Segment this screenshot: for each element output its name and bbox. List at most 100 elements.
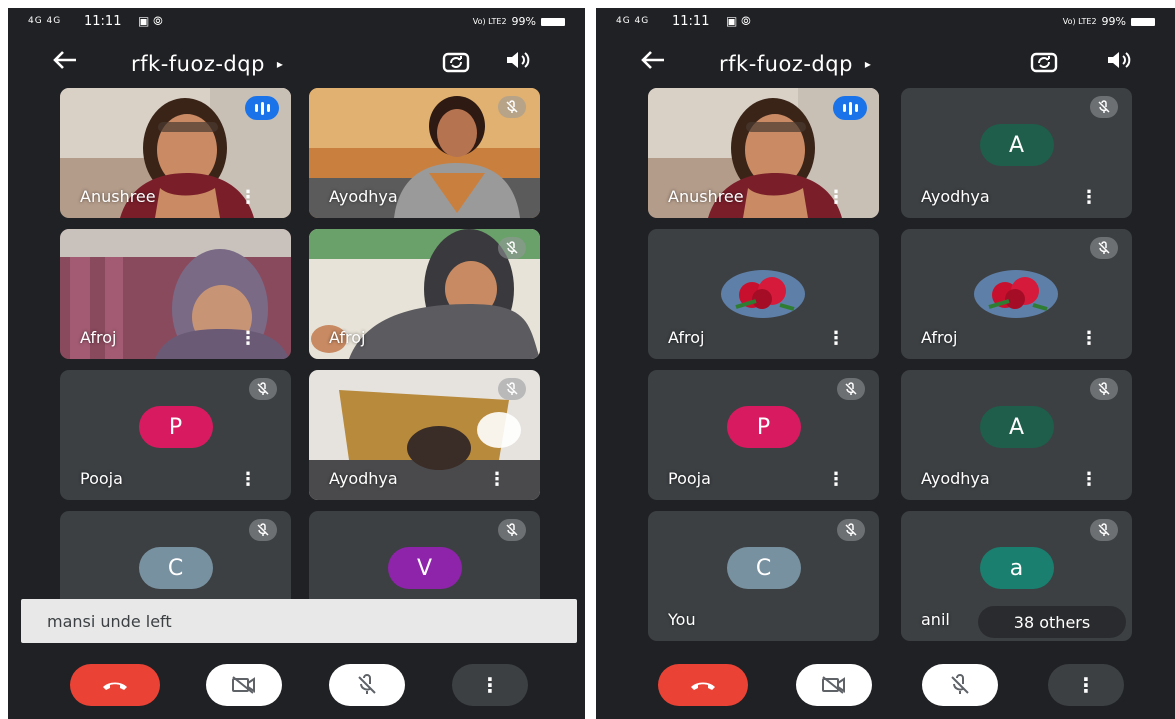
meeting-header: rfk-fuoz-dqp ▸ [596,46,1175,86]
status-bar: 4G 4G 11:11 ▣ ⦾ Vo) LTE2 99% [8,8,585,38]
mic-off-icon [1090,96,1118,118]
participant-tile[interactable]: Afroj ⋮ [901,229,1132,359]
avatar: A [979,124,1054,166]
audio-level-icon [833,96,867,120]
participant-tile[interactable]: A Ayodhya ⋮ [901,370,1132,500]
camera-toggle-button[interactable] [796,664,872,706]
mic-off-icon [837,519,865,541]
end-call-button[interactable] [70,664,160,706]
more-vert-icon[interactable]: ⋮ [239,187,257,208]
avatar: A [979,406,1054,448]
avatar: P [726,406,801,448]
rose-avatar-picture [721,270,805,318]
end-call-button[interactable] [658,664,748,706]
meet-screen-left: 4G 4G 11:11 ▣ ⦾ Vo) LTE2 99% rfk-fuoz-dq… [8,8,585,719]
mic-off-icon [249,378,277,400]
rose-avatar-picture [974,270,1058,318]
meeting-code[interactable]: rfk-fuoz-dqp ▸ [719,52,871,76]
participant-name: Ayodhya [921,469,990,488]
audio-level-icon [245,96,279,120]
mic-off-icon [1090,237,1118,259]
battery-icon [1131,17,1155,26]
status-time: 11:11 [84,14,122,29]
participant-tile[interactable]: C You [648,511,879,641]
battery-icon [541,17,565,26]
mic-toggle-button[interactable] [329,664,405,706]
more-vert-icon[interactable]: ⋮ [239,469,257,490]
participant-tile[interactable]: Ayodhya [309,88,540,218]
battery-percent: 99% [511,15,536,28]
more-vert-icon[interactable]: ⋮ [827,187,845,208]
participant-tile[interactable]: Ayodhya ⋮ [309,370,540,500]
avatar: a [979,547,1054,589]
participant-name: Ayodhya [329,187,398,206]
mic-off-icon [1090,378,1118,400]
meeting-code[interactable]: rfk-fuoz-dqp ▸ [131,52,283,76]
participant-tile[interactable]: Afroj [309,229,540,359]
participant-name: Ayodhya [921,187,990,206]
participant-name: anil [921,610,950,629]
more-vert-icon[interactable]: ⋮ [827,469,845,490]
notification-icons: ▣ ⦾ [138,14,163,28]
back-arrow-icon[interactable] [52,48,78,79]
speaker-icon[interactable] [505,48,531,76]
participant-name: Afroj [80,328,117,347]
participant-name: Anushree [80,187,156,206]
others-count-chip[interactable]: 38 others [978,606,1126,638]
participant-name: Afroj [921,328,958,347]
signal-indicator: 4G 4G [616,16,650,26]
mic-off-icon [1090,519,1118,541]
more-options-button[interactable]: ⋮ [1048,664,1124,706]
switch-camera-icon[interactable] [1030,48,1058,78]
meeting-header: rfk-fuoz-dqp ▸ [8,46,585,86]
mic-off-icon [498,237,526,259]
more-vert-icon[interactable]: ⋮ [1080,328,1098,349]
mic-off-icon [498,96,526,118]
participant-tile[interactable]: A Ayodhya ⋮ [901,88,1132,218]
participant-tile[interactable]: Anushree ⋮ [648,88,879,218]
notification-icons: ▣ ⦾ [726,14,751,28]
mic-off-icon [837,378,865,400]
mic-off-icon [498,378,526,400]
signal-indicator: 4G 4G [28,16,62,26]
more-vert-icon[interactable]: ⋮ [1080,187,1098,208]
participant-tile[interactable]: Afroj ⋮ [60,229,291,359]
more-vert-icon[interactable]: ⋮ [239,328,257,349]
avatar: C [726,547,801,589]
mic-toggle-button[interactable] [922,664,998,706]
participant-name: Ayodhya [329,469,398,488]
status-time: 11:11 [672,14,710,29]
participant-tile[interactable]: P Pooja ⋮ [60,370,291,500]
left-notification-toast: mansi unde left [21,599,577,643]
participant-name: Afroj [668,328,705,347]
participant-tile[interactable]: P Pooja ⋮ [648,370,879,500]
participant-tile[interactable]: Afroj ⋮ [648,229,879,359]
phone-hangup-icon [691,682,715,690]
speaker-icon[interactable] [1106,48,1132,76]
more-vert-icon[interactable]: ⋮ [827,328,845,349]
mic-off-icon [358,674,376,694]
mic-off-icon [249,519,277,541]
participant-name: You [668,610,696,629]
camera-off-icon [232,676,255,694]
participant-name: Pooja [668,469,711,488]
battery-percent: 99% [1101,15,1126,28]
more-vert-icon[interactable]: ⋮ [1080,469,1098,490]
more-vert-icon[interactable]: ⋮ [488,469,506,490]
back-arrow-icon[interactable] [640,48,666,79]
camera-off-icon [822,676,845,694]
avatar: C [138,547,213,589]
avatar: V [387,547,462,589]
participant-name: Pooja [80,469,123,488]
phone-hangup-icon [103,682,127,690]
mic-off-icon [498,519,526,541]
status-bar: 4G 4G 11:11 ▣ ⦾ Vo) LTE2 99% [596,8,1175,38]
participant-name: Afroj [329,328,366,347]
switch-camera-icon[interactable] [442,48,470,78]
participant-name: Anushree [668,187,744,206]
mic-off-icon [951,674,969,694]
participant-tile[interactable]: Anushree ⋮ [60,88,291,218]
volte-indicator: Vo) LTE2 [1062,17,1097,26]
camera-toggle-button[interactable] [206,664,282,706]
more-options-button[interactable]: ⋮ [452,664,528,706]
